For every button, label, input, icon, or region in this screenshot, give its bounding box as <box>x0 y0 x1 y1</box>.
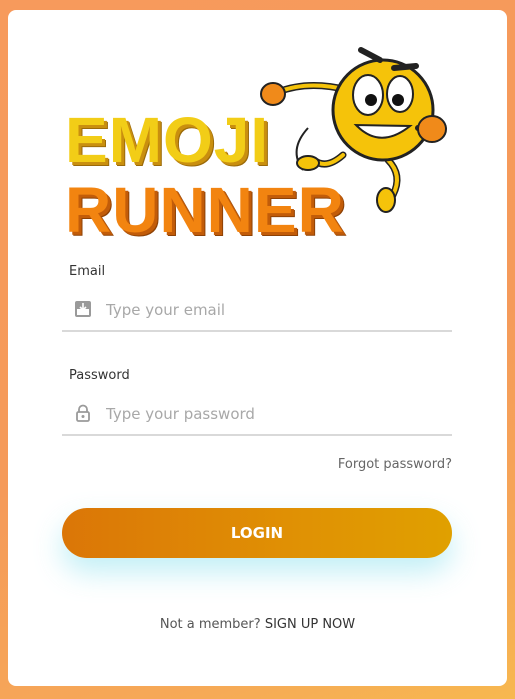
password-field <box>62 394 452 436</box>
signup-prompt-text: Not a member? <box>159 617 261 632</box>
signup-prompt: Not a member? SIGN UP NOW <box>8 617 507 632</box>
password-label: Password <box>69 368 130 383</box>
logo-line-runner: RUNNER <box>65 174 345 246</box>
login-card: EMOJI RUNNER Email Password Forgot passw… <box>8 10 507 686</box>
password-input[interactable] <box>104 400 448 428</box>
logo: EMOJI RUNNER <box>8 10 507 260</box>
email-field <box>62 290 452 332</box>
login-button[interactable]: LOGIN <box>62 508 452 558</box>
email-icon <box>75 301 91 317</box>
signup-link[interactable]: SIGN UP NOW <box>265 617 355 632</box>
forgot-password-link[interactable]: Forgot password? <box>338 457 452 472</box>
logo-line-emoji: EMOJI <box>65 104 270 176</box>
email-input[interactable] <box>104 296 448 324</box>
email-label: Email <box>69 264 106 279</box>
lock-icon <box>76 404 90 422</box>
